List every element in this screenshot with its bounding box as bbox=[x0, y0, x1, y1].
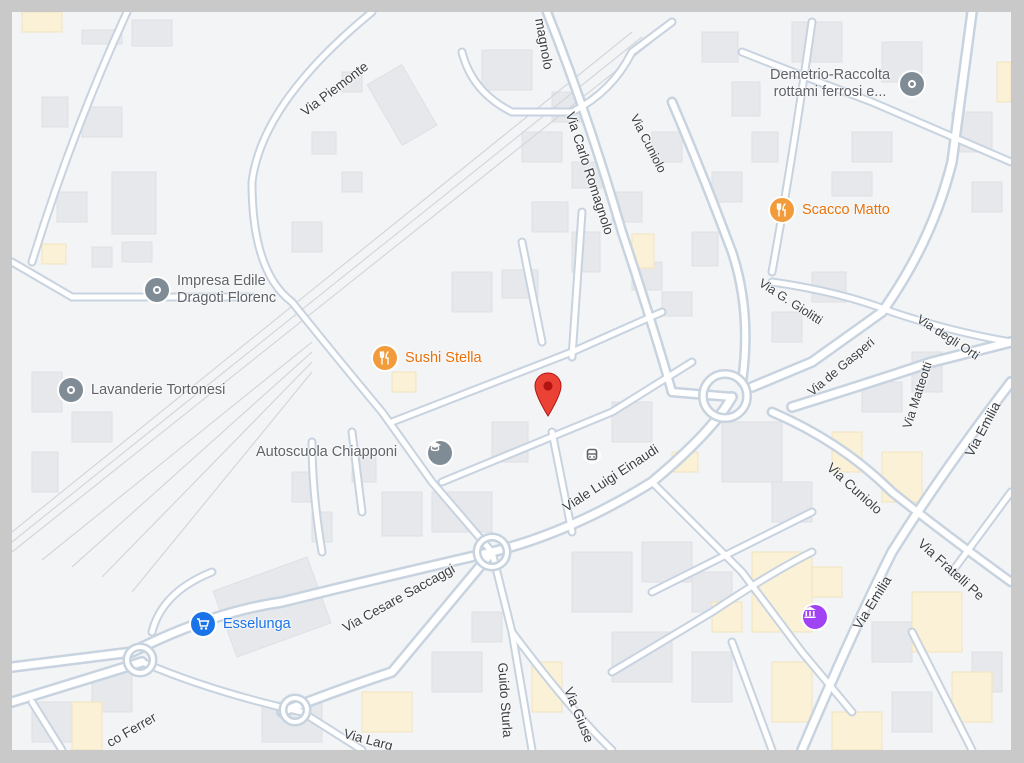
shopping-cart-icon bbox=[191, 612, 215, 636]
poi-scacco-matto[interactable]: Scacco Matto bbox=[770, 198, 890, 222]
poi-label: Lavanderie Tortonesi bbox=[91, 381, 226, 398]
restaurant-icon bbox=[770, 198, 794, 222]
poi-label-line2: Dragoti Florenc bbox=[177, 290, 277, 306]
restaurant-icon bbox=[373, 346, 397, 370]
poi-label-line2: rottami ferrosi e... bbox=[773, 84, 887, 100]
poi-label: Scacco Matto bbox=[802, 201, 890, 218]
school-icon[interactable] bbox=[428, 441, 452, 465]
poi-esselunga[interactable]: Esselunga bbox=[191, 612, 291, 636]
poi-impresa-edile[interactable]: Impresa Edile Dragoti Florenc bbox=[145, 273, 276, 307]
poi-label-autoscuola[interactable]: Autoscuola Chiapponi bbox=[256, 444, 397, 460]
map-canvas[interactable]: Via Piemonte magnolo Via Carlo Romagnolo… bbox=[12, 12, 1011, 750]
museum-icon[interactable] bbox=[803, 605, 827, 629]
location-dot-icon bbox=[59, 378, 83, 402]
map-frame: Via Piemonte magnolo Via Carlo Romagnolo… bbox=[0, 0, 1024, 763]
location-dot-icon bbox=[145, 278, 169, 302]
poi-demetrio-raccolta[interactable]: Demetrio-Raccolta rottami ferrosi e... bbox=[770, 67, 925, 101]
poi-sushi-stella[interactable]: Sushi Stella bbox=[373, 346, 482, 370]
poi-lavanderie-tortonesi[interactable]: Lavanderie Tortonesi bbox=[59, 378, 225, 402]
poi-label: Esselunga bbox=[223, 615, 291, 632]
poi-label-line1: Impresa Edile bbox=[177, 273, 266, 289]
location-dot-icon bbox=[900, 72, 925, 96]
poi-label-line1: Demetrio-Raccolta bbox=[770, 67, 891, 83]
poi-label: Sushi Stella bbox=[405, 349, 482, 366]
